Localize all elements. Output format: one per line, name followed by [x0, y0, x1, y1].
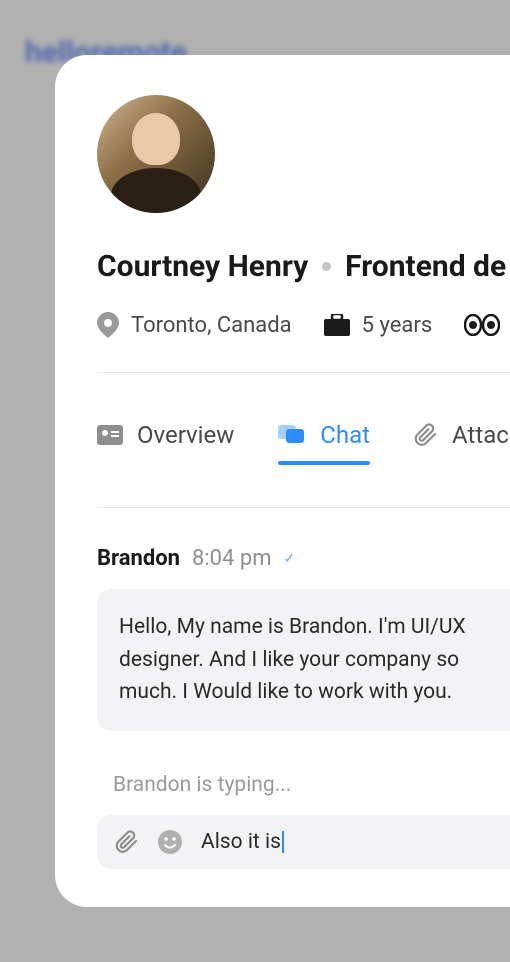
profile-name: Courtney Henry — [97, 249, 308, 284]
emoji-icon[interactable] — [157, 829, 183, 855]
message-bubble: Hello, My name is Brandon. I'm UI/UX des… — [97, 589, 510, 731]
compose-input[interactable]: Also it is — [201, 830, 284, 854]
tab-overview[interactable]: Overview — [97, 421, 234, 463]
location-text: Toronto, Canada — [131, 313, 292, 338]
meta-row: Toronto, Canada 5 years A — [97, 312, 510, 338]
tab-overview-label: Overview — [137, 421, 234, 449]
compose-box[interactable]: Also it is — [97, 815, 510, 869]
tab-chat-label: Chat — [320, 421, 370, 449]
tabs: Overview Chat Attach — [97, 421, 510, 463]
avatar — [97, 95, 215, 213]
tab-chat[interactable]: Chat — [278, 421, 370, 463]
availability-item: A — [464, 313, 510, 338]
location-pin-icon — [97, 312, 119, 338]
tab-attachments-label: Attach — [452, 421, 510, 449]
location-item: Toronto, Canada — [97, 312, 292, 338]
tab-attachments[interactable]: Attach — [414, 421, 510, 463]
separator-dot — [322, 262, 331, 271]
compose-text-value: Also it is — [201, 830, 281, 854]
message-time: 8:04 pm — [192, 546, 272, 571]
profile-panel: Courtney Henry Frontend de Toronto, Cana… — [55, 55, 510, 907]
attach-icon[interactable] — [115, 830, 139, 854]
read-check-icon: ✓ — [284, 551, 296, 567]
message-text: Hello, My name is Brandon. I'm UI/UX des… — [119, 615, 466, 704]
message-sender: Brandon — [97, 546, 180, 571]
divider — [97, 372, 510, 373]
eyes-icon — [464, 314, 500, 336]
profile-role: Frontend de — [345, 249, 506, 284]
id-card-icon — [97, 425, 123, 445]
message-header: Brandon 8:04 pm ✓ — [97, 546, 510, 571]
chat-bubbles-icon — [278, 423, 306, 447]
name-row: Courtney Henry Frontend de — [97, 249, 510, 284]
text-cursor — [282, 831, 284, 853]
briefcase-icon — [324, 314, 350, 336]
experience-text: 5 years — [362, 313, 433, 338]
divider — [97, 507, 510, 508]
typing-indicator: Brandon is typing... — [97, 773, 510, 797]
experience-item: 5 years — [324, 313, 433, 338]
paperclip-icon — [414, 423, 438, 447]
